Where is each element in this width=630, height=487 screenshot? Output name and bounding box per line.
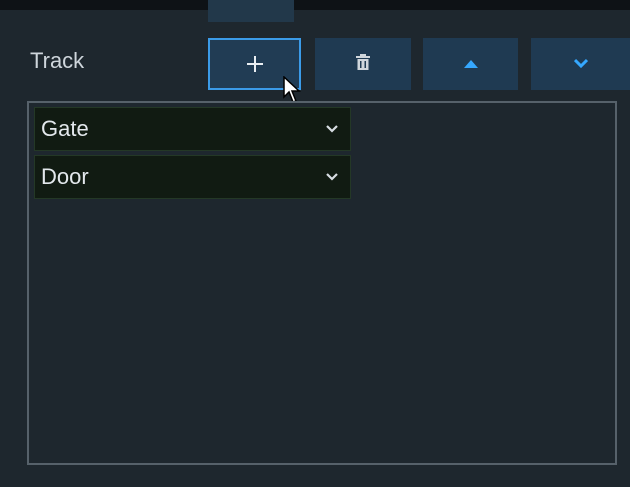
delete-track-button[interactable]: [315, 38, 411, 90]
track-select-1[interactable]: Gate: [34, 107, 351, 151]
track-select-2[interactable]: Door: [34, 155, 351, 199]
track-select-value: Door: [41, 164, 89, 189]
chevron-down-icon: [326, 173, 338, 181]
chevron-down-icon: [573, 55, 588, 73]
track-label: Track: [30, 48, 85, 73]
trash-icon: [356, 53, 370, 75]
top-tab[interactable]: [208, 0, 294, 22]
move-up-button[interactable]: [423, 38, 518, 90]
mouse-cursor-icon: [283, 75, 303, 104]
move-down-button[interactable]: [531, 38, 630, 90]
track-select-value: Gate: [41, 116, 89, 141]
top-strip: [0, 0, 630, 10]
triangle-up-icon: [463, 55, 478, 73]
chevron-down-icon: [326, 125, 338, 133]
plus-icon: [246, 56, 263, 72]
